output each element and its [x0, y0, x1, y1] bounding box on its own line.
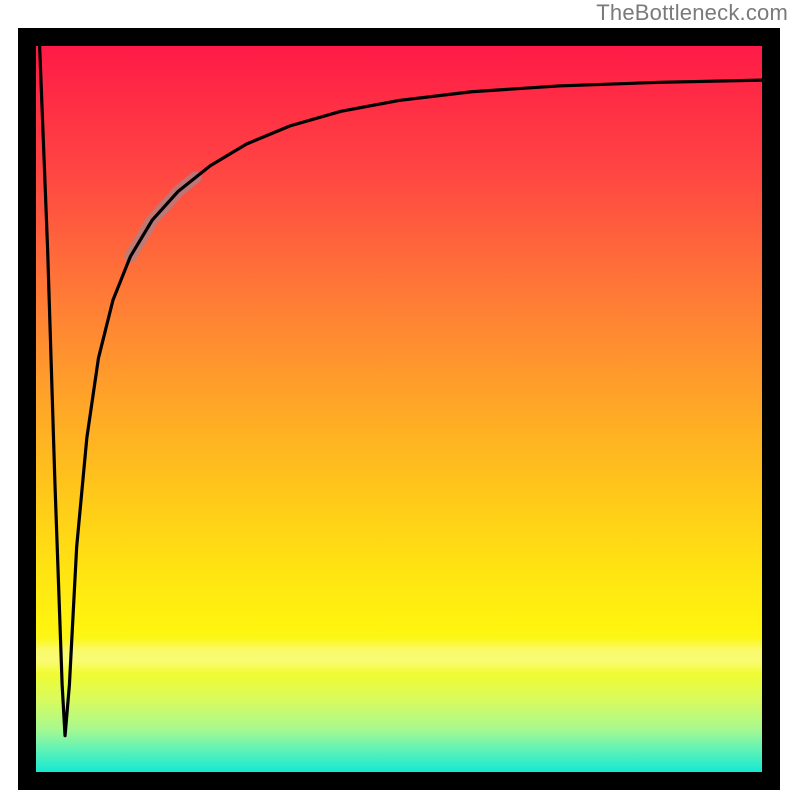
- bottleneck-curve: [40, 46, 762, 736]
- curve-highlight-segment: [130, 177, 195, 256]
- plot-frame: [18, 28, 780, 790]
- chart-container: TheBottleneck.com: [0, 0, 800, 800]
- curve-layer: [36, 46, 762, 772]
- plot-area: [36, 46, 762, 772]
- watermark-text: TheBottleneck.com: [596, 0, 788, 26]
